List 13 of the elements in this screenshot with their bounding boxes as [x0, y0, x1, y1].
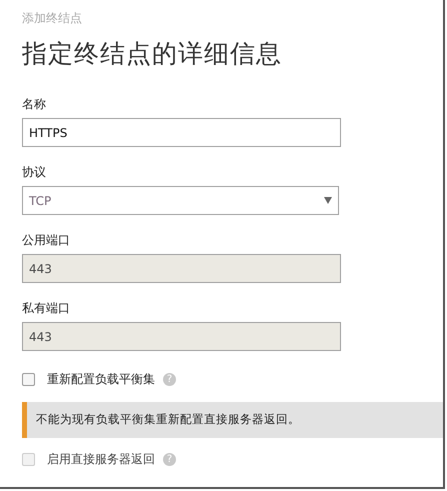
field-label: 名称 — [22, 96, 46, 113]
checkbox-label: 重新配置负载平衡集 — [47, 371, 155, 388]
breadcrumb: 添加终结点 — [22, 10, 82, 27]
protocol-dropdown[interactable]: TCP — [22, 186, 339, 215]
field-label: 私有端口 — [22, 300, 70, 317]
page-title: 指定终结点的详细信息 — [22, 38, 282, 70]
input-field[interactable]: HTTPS — [22, 118, 341, 147]
dropdown-arrow-icon — [324, 197, 332, 204]
field-label: 公用端口 — [22, 232, 70, 249]
checkbox-label: 启用直接服务器返回 — [47, 451, 155, 468]
checkbox[interactable] — [22, 373, 35, 386]
warning-banner: 不能为现有负载平衡集重新配置直接服务器返回。 — [22, 402, 443, 438]
field-label: 协议 — [22, 164, 46, 181]
